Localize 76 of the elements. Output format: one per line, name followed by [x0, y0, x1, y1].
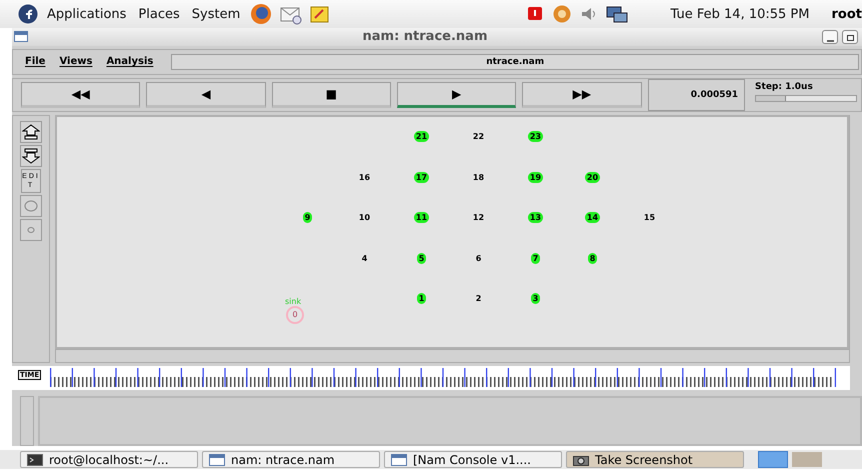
network-node[interactable]: 11 — [414, 212, 430, 224]
terminal-icon — [27, 454, 43, 466]
network-node[interactable]: 6 — [474, 252, 484, 264]
taskbar-item[interactable]: Take Screenshot — [566, 451, 744, 468]
network-node[interactable]: 21 — [414, 131, 430, 142]
small-node-button[interactable] — [20, 218, 42, 241]
network-node[interactable]: 8 — [588, 252, 598, 264]
panel-menu[interactable]: Applications — [44, 6, 130, 22]
panel-menu[interactable]: System — [188, 6, 244, 22]
playback-button[interactable]: ■ — [272, 82, 391, 108]
network-node[interactable]: 14 — [584, 212, 600, 224]
playback-button[interactable]: ◀◀ — [21, 82, 140, 108]
slider-thumb[interactable] — [756, 96, 786, 101]
panel-clock[interactable]: Tue Feb 14, 10:55 PM — [670, 6, 810, 22]
update-icon[interactable] — [550, 4, 573, 24]
window-icon — [209, 454, 225, 466]
arrow-up-icon — [22, 124, 40, 140]
network-node[interactable]: 16 — [356, 172, 372, 183]
large-node-button[interactable] — [20, 194, 42, 217]
network-node[interactable]: 10 — [356, 212, 372, 224]
horizontal-scrollbar[interactable] — [55, 349, 850, 364]
zoom-out-button[interactable] — [20, 144, 42, 167]
globe-icon[interactable] — [249, 3, 274, 25]
time-display: 0.000591 — [648, 78, 746, 111]
circle-icon — [24, 200, 38, 212]
menu-item[interactable]: Views — [53, 56, 98, 68]
playback-button[interactable]: ▶ — [396, 82, 516, 108]
taskbar-item[interactable]: [Nam Console v1.... — [384, 451, 562, 468]
network-node[interactable]: 9 — [302, 212, 312, 224]
fedora-logo-icon[interactable] — [18, 4, 38, 24]
menu-item[interactable]: File — [19, 56, 52, 68]
network-node[interactable]: 18 — [470, 172, 486, 183]
vertical-scrollbar[interactable] — [20, 396, 34, 446]
workspace-switcher[interactable] — [758, 451, 788, 468]
maximize-icon[interactable] — [842, 30, 858, 44]
menu-item[interactable]: Analysis — [100, 56, 160, 68]
panel-menu[interactable]: Places — [135, 6, 183, 22]
network-node[interactable]: 17 — [414, 172, 430, 183]
sink-caption: sink — [285, 296, 302, 306]
network-node[interactable]: 7 — [530, 252, 540, 264]
window-menu-icon[interactable] — [14, 31, 28, 42]
playback-button[interactable]: ▶▶ — [522, 82, 642, 108]
network-icon[interactable] — [604, 4, 629, 24]
file-name-label: ntrace.nam — [171, 54, 859, 70]
notepad-icon[interactable] — [309, 4, 332, 24]
network-node[interactable]: 2 — [474, 293, 484, 304]
network-node[interactable]: 20 — [584, 172, 600, 183]
network-node[interactable]: 12 — [470, 212, 486, 224]
user-name[interactable]: root — [832, 6, 862, 22]
arrow-down-icon — [22, 148, 40, 164]
taskbar-label: [Nam Console v1.... — [413, 452, 531, 466]
network-node[interactable]: 3 — [530, 293, 540, 304]
step-label: Step: 1.0us — [755, 82, 814, 92]
window-title: nam: ntrace.nam — [362, 29, 488, 44]
taskbar-label: root@localhost:~/... — [49, 452, 169, 466]
sink-node[interactable]: 0 — [286, 306, 304, 324]
network-node[interactable]: 4 — [360, 252, 370, 264]
taskbar-item[interactable]: root@localhost:~/... — [20, 451, 198, 468]
zoom-in-button[interactable] — [20, 120, 42, 143]
network-node[interactable]: 13 — [528, 212, 544, 224]
workspace-switcher[interactable] — [792, 452, 822, 467]
circle-icon — [27, 226, 35, 233]
step-slider[interactable] — [755, 94, 858, 102]
network-node[interactable]: 19 — [528, 172, 544, 183]
taskbar-label: Take Screenshot — [595, 452, 693, 466]
taskbar-item[interactable]: nam: ntrace.nam — [202, 451, 380, 468]
network-node[interactable]: 5 — [416, 252, 426, 264]
network-node[interactable]: 22 — [470, 131, 486, 142]
camera-icon — [573, 454, 589, 466]
network-node[interactable]: 23 — [528, 131, 544, 142]
taskbar-label: nam: ntrace.nam — [231, 452, 335, 466]
playback-button[interactable]: ◀ — [146, 82, 266, 108]
minimize-icon[interactable] — [822, 30, 838, 44]
network-node[interactable]: 1 — [416, 293, 426, 304]
window-icon — [391, 454, 407, 466]
network-node[interactable]: 15 — [642, 212, 658, 224]
